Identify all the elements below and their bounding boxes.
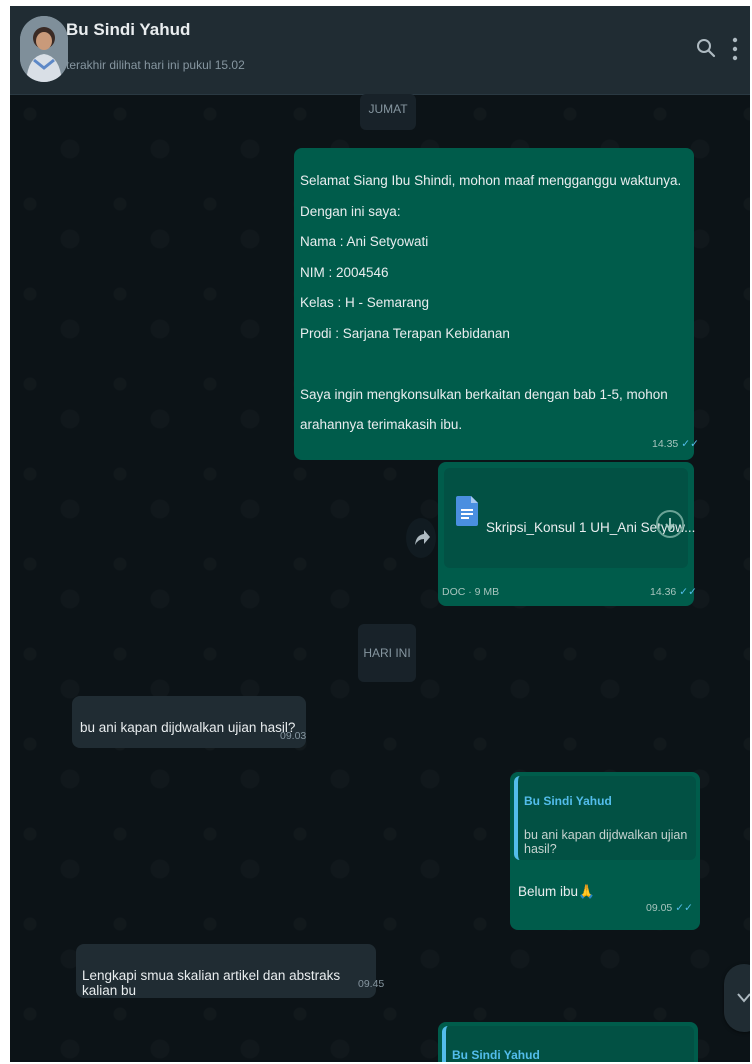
message-bubble-reply[interactable]: Bu Sindi Yahud: [438, 1022, 698, 1062]
last-seen-status: terakhir dilihat hari ini pukul 15.02: [66, 58, 245, 72]
message-bubble-reply[interactable]: Bu Sindi Yahud bu ani kapan dijdwalkan u…: [510, 772, 700, 930]
read-ticks-icon: ✓✓: [679, 586, 697, 598]
scroll-down-button[interactable]: [724, 964, 750, 1032]
chevron-down-icon: [737, 993, 750, 1003]
message-meta: 09.05 ✓✓: [646, 902, 693, 914]
message-time: 09.45: [358, 978, 385, 990]
date-chip-today: HARI INI: [358, 624, 416, 682]
read-ticks-icon: ✓✓: [675, 902, 693, 914]
message-bubble-outgoing[interactable]: Selamat Siang Ibu Shindi, mohon maaf men…: [294, 148, 699, 460]
chat-header: Bu Sindi Yahud terakhir dilihat hari ini…: [10, 6, 750, 95]
message-meta: 14.36 ✓✓: [650, 586, 697, 598]
document-attachment[interactable]: Skripsi_Konsul 1 UH_Ani Setyow...: [444, 468, 695, 568]
message-time: 14.36: [650, 586, 677, 598]
quoted-message[interactable]: Bu Sindi Yahud: [442, 1026, 694, 1062]
document-file-info: DOC · 9 MB: [442, 586, 500, 598]
message-text: bu ani kapan dijdwalkan ujian hasil?: [80, 720, 296, 735]
message-bubble-incoming[interactable]: bu ani kapan dijdwalkan ujian hasil? 09.…: [72, 696, 306, 748]
message-text: Belum ibu🙏: [518, 884, 595, 899]
chat-window: Bu Sindi Yahud terakhir dilihat hari ini…: [10, 6, 750, 1062]
message-meta: 14.35 ✓✓: [652, 438, 699, 450]
message-text: Lengkapi smua skalian artikel dan abstra…: [82, 968, 341, 998]
quoted-text: bu ani kapan dijdwalkan ujian hasil?: [524, 828, 688, 856]
quoted-author: Bu Sindi Yahud: [452, 1048, 540, 1062]
quoted-author: Bu Sindi Yahud: [524, 794, 612, 808]
contact-name[interactable]: Bu Sindi Yahud: [66, 20, 190, 40]
message-time: 09.05: [646, 902, 673, 914]
message-time: 09.03: [280, 730, 307, 742]
download-button[interactable]: [656, 510, 684, 538]
date-chip-jumat: JUMAT: [360, 94, 416, 130]
document-file-icon: [456, 496, 478, 526]
message-bubble-incoming[interactable]: Lengkapi smua skalian artikel dan abstra…: [76, 944, 384, 998]
message-text: Selamat Siang Ibu Shindi, mohon maaf men…: [300, 173, 682, 432]
quoted-message[interactable]: Bu Sindi Yahud bu ani kapan dijdwalkan u…: [514, 776, 696, 860]
forward-icon[interactable]: [406, 518, 436, 558]
avatar[interactable]: [20, 16, 68, 82]
message-time: 14.35: [652, 438, 679, 450]
search-icon[interactable]: [694, 36, 718, 60]
read-ticks-icon: ✓✓: [681, 438, 699, 450]
message-bubble-document[interactable]: Skripsi_Konsul 1 UH_Ani Setyow... DOC · …: [438, 462, 697, 606]
kebab-menu-icon[interactable]: [730, 36, 740, 62]
